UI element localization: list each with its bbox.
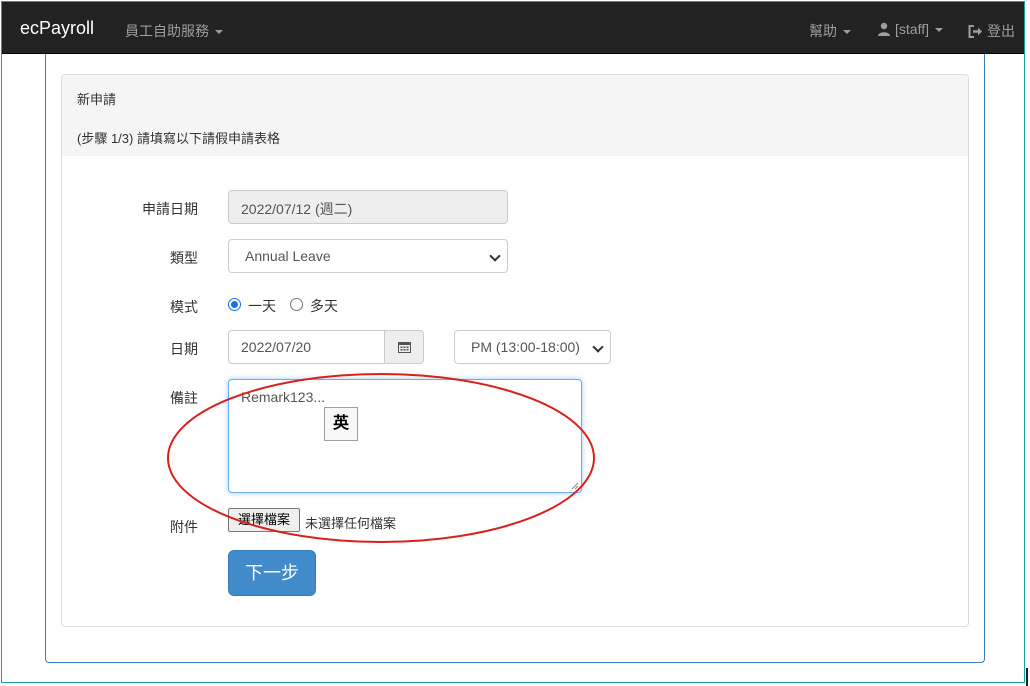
- remark-label: 備註: [170, 390, 198, 406]
- caret-down-icon: [843, 30, 851, 34]
- mode-one-day-label[interactable]: 一天: [248, 296, 276, 316]
- menu-user[interactable]: [staff]: [877, 21, 943, 37]
- period-select[interactable]: PM (13:00-18:00): [454, 330, 611, 364]
- logout-label: 登出: [987, 23, 1015, 39]
- mode-multi-day-label[interactable]: 多天: [310, 296, 338, 316]
- mode-multi-day-radio[interactable]: [290, 298, 303, 311]
- menu-self-service-label: 員工自助服務: [125, 23, 209, 39]
- file-status-text: 未選擇任何檔案: [305, 516, 397, 531]
- step-indicator: (步驟 1/3) 請填寫以下請假申請表格: [77, 131, 280, 146]
- ime-mode-indicator: 英: [324, 407, 358, 441]
- leave-type-value: Annual Leave: [245, 248, 331, 264]
- leave-type-select[interactable]: Annual Leave: [228, 239, 508, 273]
- next-step-button[interactable]: 下一步: [228, 550, 316, 596]
- calendar-button[interactable]: [384, 330, 424, 364]
- menu-help[interactable]: 幫助: [809, 21, 851, 41]
- period-value: PM (13:00-18:00): [471, 339, 580, 355]
- user-icon: [878, 22, 890, 36]
- mode-label: 模式: [170, 299, 198, 315]
- date-input[interactable]: 2022/07/20: [228, 330, 385, 364]
- top-navbar: ecPayroll 員工自助服務 幫助 [staff] 登出: [2, 2, 1024, 54]
- chevron-down-icon: [489, 250, 501, 262]
- date-label: 日期: [170, 341, 198, 357]
- apply-date-field: 2022/07/12 (週二): [228, 190, 508, 224]
- mode-one-day-radio[interactable]: [228, 298, 241, 311]
- apply-date-label: 申請日期: [142, 201, 198, 217]
- resize-grip-icon[interactable]: [571, 482, 579, 490]
- menu-help-label: 幫助: [809, 23, 837, 39]
- chevron-down-icon: [592, 341, 604, 353]
- attachment-label: 附件: [170, 519, 198, 535]
- type-label: 類型: [170, 250, 198, 266]
- logout-link[interactable]: 登出: [968, 21, 1015, 41]
- choose-file-button[interactable]: 選擇檔案: [228, 508, 300, 532]
- caret-down-icon: [215, 30, 223, 34]
- text-cursor: [1026, 668, 1028, 686]
- remark-text: Remark123...: [241, 389, 326, 405]
- logout-icon: [968, 24, 982, 38]
- calendar-icon: [398, 342, 411, 353]
- brand-logo[interactable]: ecPayroll: [20, 18, 94, 39]
- menu-self-service[interactable]: 員工自助服務: [125, 21, 223, 41]
- caret-down-icon: [934, 28, 943, 32]
- remark-textarea[interactable]: Remark123...: [228, 379, 582, 493]
- panel-title: 新申請: [77, 92, 117, 107]
- menu-user-label: [staff]: [895, 21, 929, 37]
- panel-heading: 新申請 (步驟 1/3) 請填寫以下請假申請表格: [62, 75, 968, 156]
